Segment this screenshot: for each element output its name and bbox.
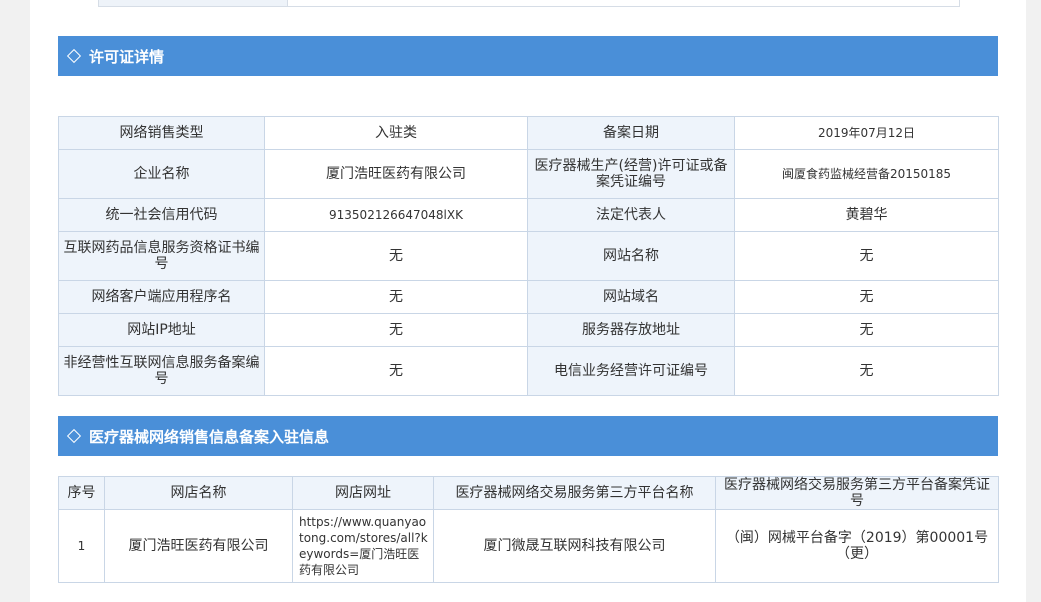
column-header: 网店名称: [104, 476, 293, 510]
license-row: 企业名称 厦门浩旺医药有限公司 医疗器械生产(经营)许可证或备案凭证编号 闽厦食…: [58, 149, 999, 199]
diamond-icon: [66, 48, 82, 64]
license-label: 互联网药品信息服务资格证书编号: [58, 231, 265, 281]
license-row: 互联网药品信息服务资格证书编号 无 网站名称 无: [58, 231, 999, 281]
license-label: 备案日期: [527, 116, 735, 150]
store-section-header: 医疗器械网络销售信息备案入驻信息: [58, 416, 998, 456]
license-label: 电信业务经营许可证编号: [527, 346, 735, 396]
store-index: 1: [58, 509, 105, 583]
license-value: 无: [264, 280, 528, 314]
license-row: 非经营性互联网信息服务备案编号 无 电信业务经营许可证编号 无: [58, 346, 999, 396]
license-value: 无: [734, 313, 999, 347]
license-label: 网络销售类型: [58, 116, 265, 150]
license-value: 闽厦食药监械经营备20150185: [734, 149, 999, 199]
license-label: 网站名称: [527, 231, 735, 281]
license-label: 法定代表人: [527, 198, 735, 232]
platform-cert: （闽）网械平台备字（2019）第00001号（更）: [715, 509, 999, 583]
license-label: 非经营性互联网信息服务备案编号: [58, 346, 265, 396]
platform-name: 厦门微晟互联网科技有限公司: [433, 509, 716, 583]
store-url-link[interactable]: https://www.quanyaotong.com/stores/all?k…: [292, 509, 434, 583]
license-value: 入驻类: [264, 116, 528, 150]
column-header: 医疗器械网络交易服务第三方平台备案凭证号: [715, 476, 999, 510]
license-label: 服务器存放地址: [527, 313, 735, 347]
license-value: 厦门浩旺医药有限公司: [264, 149, 528, 199]
license-value: 无: [264, 346, 528, 396]
column-header: 网店网址: [292, 476, 434, 510]
license-value: 无: [734, 231, 999, 281]
license-value: 无: [734, 346, 999, 396]
diamond-icon: [66, 428, 82, 444]
license-label: 统一社会信用代码: [58, 198, 265, 232]
top-tab-segment: [99, 0, 288, 6]
license-label: 网站域名: [527, 280, 735, 314]
column-header: 序号: [58, 476, 105, 510]
top-tab-strip: [98, 0, 960, 7]
license-value: 无: [264, 313, 528, 347]
license-row: 网站IP地址 无 服务器存放地址 无: [58, 313, 999, 347]
license-row: 统一社会信用代码 913502126647048lXK 法定代表人 黄碧华: [58, 198, 999, 232]
store-table: 序号 网店名称 网店网址 医疗器械网络交易服务第三方平台名称 医疗器械网络交易服…: [58, 476, 999, 583]
license-value: 2019年07月12日: [734, 116, 999, 150]
license-row: 网络销售类型 入驻类 备案日期 2019年07月12日: [58, 116, 999, 150]
table-row: 1 厦门浩旺医药有限公司 https://www.quanyaotong.com…: [58, 509, 999, 583]
license-table: 网络销售类型 入驻类 备案日期 2019年07月12日 企业名称 厦门浩旺医药有…: [58, 116, 999, 396]
license-value: 无: [734, 280, 999, 314]
license-label: 企业名称: [58, 149, 265, 199]
license-label: 医疗器械生产(经营)许可证或备案凭证编号: [527, 149, 735, 199]
column-header: 医疗器械网络交易服务第三方平台名称: [433, 476, 716, 510]
license-section-title: 许可证详情: [89, 47, 165, 66]
store-section-title: 医疗器械网络销售信息备案入驻信息: [89, 427, 330, 446]
store-name: 厦门浩旺医药有限公司: [104, 509, 293, 583]
license-value: 无: [264, 231, 528, 281]
license-value: 913502126647048lXK: [264, 198, 528, 232]
license-section-header: 许可证详情: [58, 36, 998, 76]
store-header-row: 序号 网店名称 网店网址 医疗器械网络交易服务第三方平台名称 医疗器械网络交易服…: [58, 476, 999, 510]
license-row: 网络客户端应用程序名 无 网站域名 无: [58, 280, 999, 314]
license-label: 网站IP地址: [58, 313, 265, 347]
license-value: 黄碧华: [734, 198, 999, 232]
license-label: 网络客户端应用程序名: [58, 280, 265, 314]
